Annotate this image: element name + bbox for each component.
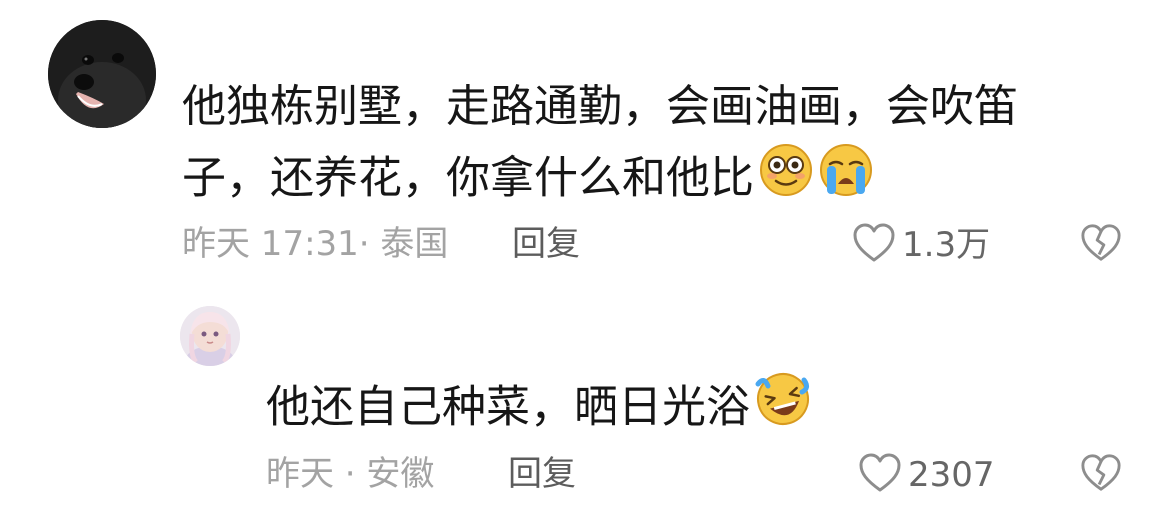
comment-text-line: 他独栋别墅，走路通勤，会画油画，会吹笛 bbox=[182, 81, 1018, 132]
heart-icon bbox=[858, 452, 902, 498]
dog-avatar-image bbox=[48, 20, 156, 128]
rolling-laughing-emoji bbox=[754, 370, 812, 449]
reply-button[interactable]: 回复 bbox=[508, 454, 576, 494]
commenter-avatar[interactable] bbox=[48, 20, 156, 128]
reply-text-content: 他还自己种菜，晒日光浴 bbox=[266, 381, 750, 433]
crying-face-emoji bbox=[818, 142, 874, 219]
broken-heart-icon bbox=[1080, 454, 1122, 498]
comment-text-line: 子，还养花，你拿什么和他比 bbox=[182, 142, 1082, 219]
like-button[interactable]: 2307 bbox=[858, 452, 995, 498]
heart-icon bbox=[852, 222, 896, 268]
dislike-button[interactable] bbox=[1080, 222, 1122, 268]
like-count: 2307 bbox=[908, 455, 995, 495]
comment-text: 他独栋别墅，走路通勤，会画油画，会吹笛 子，还养花，你拿什么和他比 bbox=[182, 72, 1082, 219]
comment-text-line-content: 子，还养花，你拿什么和他比 bbox=[182, 152, 754, 204]
broken-heart-icon bbox=[1080, 224, 1122, 268]
anime-girl-avatar-image bbox=[180, 306, 240, 366]
reply-button[interactable]: 回复 bbox=[512, 224, 580, 264]
reply-meta: 昨天 · 安徽 bbox=[266, 454, 435, 494]
like-button[interactable]: 1.3万 bbox=[852, 222, 990, 268]
like-count: 1.3万 bbox=[902, 225, 991, 265]
comment-meta: 昨天 17:31· 泰国 bbox=[182, 224, 449, 264]
reply-commenter-avatar[interactable] bbox=[180, 306, 240, 366]
reply-text: 他还自己种菜，晒日光浴 bbox=[266, 370, 1026, 449]
dislike-button[interactable] bbox=[1080, 452, 1122, 498]
reply-text-line: 他还自己种菜，晒日光浴 bbox=[266, 370, 1026, 449]
dazed-face-emoji bbox=[758, 142, 814, 219]
